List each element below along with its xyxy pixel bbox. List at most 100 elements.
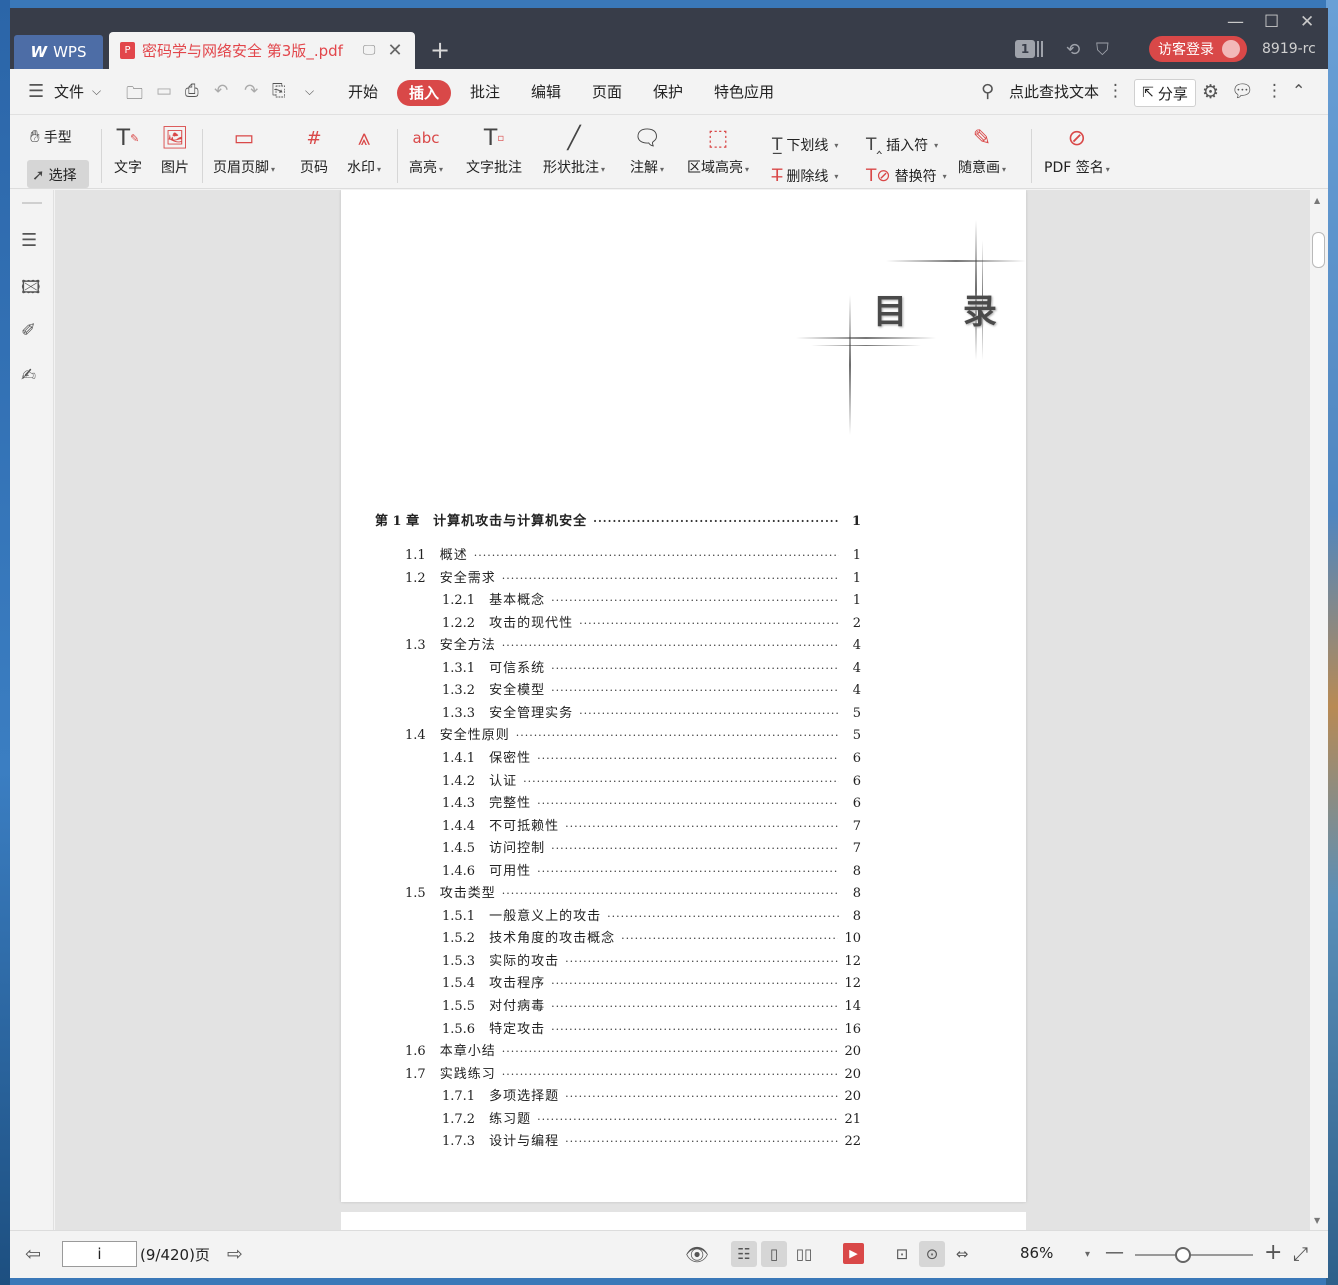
note-button[interactable]: 🗨︎ 注解 ▾: [630, 121, 664, 177]
fullscreen-icon[interactable]: ⤢: [1293, 1243, 1308, 1265]
document-viewport[interactable]: 目 录 第 1 章计算机攻击与计算机安全 ····················…: [55, 190, 1310, 1230]
wps-home-tab[interactable]: W WPS: [14, 35, 103, 69]
scroll-up-arrow-icon[interactable]: ▲: [1314, 196, 1320, 205]
toc-entry-number: 1.5.2: [442, 931, 476, 947]
insert-mark-button[interactable]: T‸ 插入符 ▾: [866, 135, 938, 155]
sidebar-grip[interactable]: [22, 202, 42, 204]
gear-icon[interactable]: ⚙: [1202, 81, 1219, 103]
highlight-button[interactable]: abc 高亮 ▾: [409, 121, 443, 177]
wps-window: — ☐ ✕ W WPS P 密码学与网络安全 第3版_.pdf 🖵 ✕ + 1 …: [10, 8, 1328, 1278]
share-button[interactable]: ⇱ 分享: [1134, 79, 1196, 107]
select-tool-button[interactable]: ➚ 选择: [32, 165, 77, 185]
header-footer-icon: ▭: [233, 125, 255, 151]
replace-mark-button[interactable]: T⊘ 替换符 ▾: [866, 166, 947, 186]
toc-entry: 1.7.1 多项选择题 ······························…: [442, 1085, 861, 1104]
more-vertical-icon[interactable]: ⋮: [1107, 81, 1124, 101]
menu-start[interactable]: 开始: [348, 81, 378, 102]
underline-button[interactable]: T̲ 下划线 ▾: [772, 135, 838, 155]
insert-text-button[interactable]: T ✎ 文字: [114, 121, 142, 177]
previous-page-icon[interactable]: ⇦: [25, 1243, 41, 1265]
toc-entry: 1.6 本章小结 ·································…: [405, 1040, 861, 1059]
cloud-sync-icon[interactable]: ⟲: [1066, 40, 1080, 60]
search-icon[interactable]: ⚲: [981, 81, 994, 102]
open-folder-icon[interactable]: 🗀: [126, 81, 143, 110]
document-tab[interactable]: P 密码学与网络安全 第3版_.pdf 🖵 ✕: [109, 32, 415, 69]
minimize-icon[interactable]: —: [1227, 12, 1244, 32]
scroll-down-arrow-icon[interactable]: ▼: [1314, 1216, 1320, 1225]
header-footer-button[interactable]: ▭ 页眉页脚 ▾: [213, 121, 275, 177]
text-comment-button[interactable]: T ▫ 文字批注: [466, 121, 522, 177]
single-page-view-icon[interactable]: ▯: [761, 1241, 787, 1267]
eye-protection-icon[interactable]: 👁︎: [685, 1243, 709, 1266]
actual-size-icon[interactable]: ⊡: [889, 1241, 915, 1267]
vertical-scrollbar[interactable]: ▲ ▼: [1310, 190, 1328, 1230]
signature-icon[interactable]: ✍: [21, 365, 36, 386]
freehand-draw-button[interactable]: ✎ 随意画 ▾: [958, 121, 1006, 177]
next-page-icon[interactable]: ⇨: [227, 1243, 243, 1265]
tab-count-badge[interactable]: 1: [1015, 40, 1035, 58]
zoom-dropdown-icon[interactable]: ▾: [1085, 1249, 1090, 1260]
save-icon[interactable]: ▭: [156, 81, 172, 101]
zoom-slider[interactable]: [1135, 1247, 1253, 1263]
decorative-line: [796, 337, 936, 339]
zoom-out-icon[interactable]: —: [1105, 1241, 1124, 1263]
new-tab-icon[interactable]: +: [430, 36, 450, 64]
file-menu[interactable]: 文件: [54, 81, 84, 102]
export-image-icon[interactable]: ⎘: [272, 81, 286, 101]
pdf-sign-button[interactable]: ⊘ PDF 签名 ▾: [1044, 121, 1110, 177]
undo-icon[interactable]: ↶: [214, 81, 228, 101]
zoom-in-icon[interactable]: +: [1264, 1240, 1282, 1265]
hand-tool-label: 手型: [43, 130, 72, 146]
page-number-button[interactable]: # 页码: [300, 121, 328, 177]
redo-icon[interactable]: ↷: [244, 81, 258, 101]
skin-shirt-icon[interactable]: ⛉: [1096, 40, 1109, 60]
continuous-view-icon[interactable]: ☷: [731, 1241, 757, 1267]
monitor-icon[interactable]: 🖵: [363, 43, 376, 58]
close-tab-icon[interactable]: ✕: [387, 40, 402, 61]
menu-insert[interactable]: 插入: [397, 80, 451, 106]
page-number-input[interactable]: i: [62, 1241, 137, 1267]
zoom-level[interactable]: 86%: [1020, 1244, 1053, 1262]
menu-edit[interactable]: 编辑: [531, 81, 561, 102]
toc-entry: 1.5.5 对付病毒 ·······························…: [442, 995, 861, 1014]
chevron-down-icon[interactable]: ⌵: [92, 84, 101, 99]
menu-comment[interactable]: 批注: [470, 81, 500, 102]
toc-leader-dots: ········································…: [473, 549, 839, 562]
menu-page[interactable]: 页面: [592, 81, 622, 102]
page-number-label: 页码: [300, 160, 328, 176]
print-icon[interactable]: ⎙: [185, 81, 199, 101]
collapse-ribbon-icon[interactable]: ⌃: [1292, 81, 1305, 100]
toc-entry-page: 6: [852, 750, 861, 766]
shape-comment-button[interactable]: ╱ 形状批注 ▾: [543, 121, 605, 177]
menu-special-apps[interactable]: 特色应用: [714, 81, 774, 102]
thumbnail-image-icon[interactable]: 🖾: [21, 275, 41, 305]
toc-entry-title: 实际的攻击: [489, 953, 560, 969]
guest-login-button[interactable]: 访客登录: [1149, 36, 1247, 62]
area-highlight-button[interactable]: ⬚ 区域高亮 ▾: [687, 121, 749, 177]
menu-protect[interactable]: 保护: [653, 81, 683, 102]
zoom-slider-knob[interactable]: [1175, 1247, 1191, 1263]
find-text-input[interactable]: 点此查找文本: [1009, 81, 1099, 102]
close-window-icon[interactable]: ✕: [1300, 12, 1314, 32]
strikethrough-button[interactable]: T̶ 删除线 ▾: [772, 166, 838, 186]
annotation-pen-icon[interactable]: ✐: [21, 320, 36, 341]
more-options-icon[interactable]: ⋮: [1266, 81, 1283, 101]
chat-icon[interactable]: 💬︎: [1231, 81, 1254, 102]
insert-image-button[interactable]: 🖼︎ 图片: [161, 121, 189, 177]
scrollbar-thumb[interactable]: [1312, 232, 1325, 268]
signature-pen-icon: ⊘: [1067, 125, 1087, 151]
outline-list-icon[interactable]: ☰: [21, 230, 37, 251]
hand-tool-button[interactable]: ✋︎ 手型: [30, 127, 72, 147]
strikethrough-icon: T̶: [772, 166, 783, 186]
toc-leader-dots: ········································…: [565, 1090, 838, 1104]
quick-access-dropdown-icon[interactable]: ⌵: [305, 84, 314, 99]
watermark-button[interactable]: ⩓ 水印 ▾: [347, 121, 381, 177]
hamburger-menu-icon[interactable]: ☰: [28, 81, 44, 102]
toc-entry-number: 1.3.1: [442, 660, 476, 676]
maximize-icon[interactable]: ☐: [1264, 12, 1279, 32]
fit-width-icon[interactable]: ⇔: [949, 1241, 975, 1267]
fit-page-icon[interactable]: ⊙: [919, 1241, 945, 1267]
play-slideshow-icon[interactable]: ▶: [843, 1243, 864, 1264]
tab-list-icon[interactable]: [1037, 41, 1043, 57]
two-page-view-icon[interactable]: ▯▯: [791, 1241, 817, 1267]
